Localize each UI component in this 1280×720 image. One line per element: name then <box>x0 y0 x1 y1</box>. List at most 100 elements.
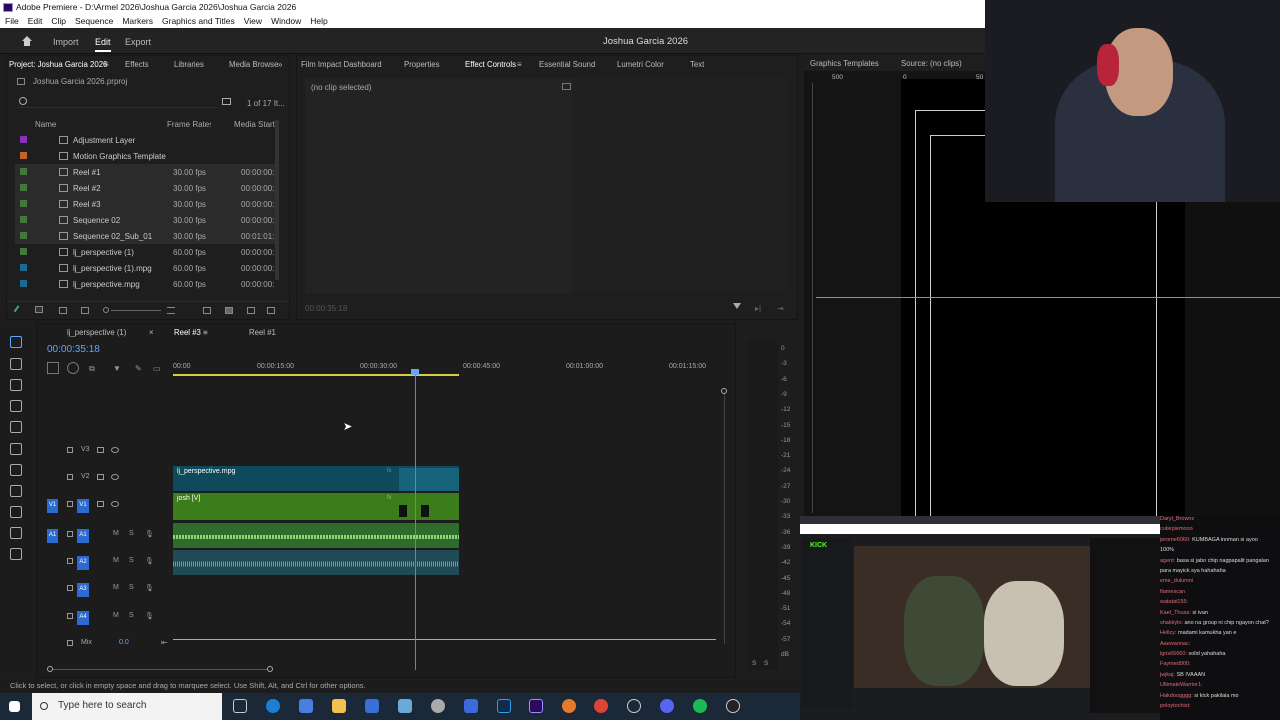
lock-icon[interactable] <box>67 558 73 564</box>
freeform-view-icon[interactable] <box>81 307 89 314</box>
razor-icon[interactable] <box>10 400 22 412</box>
tab-film-impact[interactable]: Film Impact Dashboard <box>301 60 382 69</box>
label-color-swatch[interactable] <box>20 200 27 207</box>
project-menu-icon[interactable]: ≡ <box>104 60 109 69</box>
solo-right[interactable]: S <box>764 660 768 667</box>
edit-tab[interactable]: Edit <box>95 37 111 47</box>
tab-text[interactable]: Text <box>690 60 704 69</box>
obs-icon[interactable] <box>726 699 740 713</box>
label-color-swatch[interactable] <box>20 280 27 287</box>
project-item[interactable]: lj_perspective.mpg 60.00 fps 00:00:00: <box>15 276 279 292</box>
label-color-swatch[interactable] <box>20 136 27 143</box>
lock-icon[interactable] <box>67 447 73 453</box>
audio-clip-a1[interactable] <box>173 523 459 548</box>
mute-button[interactable]: M <box>113 584 119 591</box>
import-tab[interactable]: Import <box>53 37 79 47</box>
project-scrollbar[interactable] <box>275 120 279 280</box>
new-item-icon[interactable] <box>247 307 255 314</box>
copilot-icon[interactable] <box>299 699 313 713</box>
sync-icon[interactable] <box>97 447 104 453</box>
pencil-icon[interactable] <box>13 305 25 316</box>
lightroom-icon[interactable] <box>464 699 478 713</box>
effect-menu-icon[interactable]: ≡ <box>517 60 522 69</box>
track-a4-label[interactable]: A4 <box>77 611 89 625</box>
tab-libraries[interactable]: Libraries <box>174 60 204 69</box>
solo-button[interactable]: S <box>129 584 134 591</box>
nest-icon[interactable] <box>47 362 59 374</box>
column-media-start[interactable]: Media Start <box>234 120 275 129</box>
sync-icon[interactable] <box>97 501 104 507</box>
project-item[interactable]: lj_perspective (1) 60.00 fps 00:00:00: <box>15 244 279 260</box>
toggle-timeline-icon[interactable] <box>562 83 571 90</box>
project-item[interactable]: Adjustment Layer <box>15 132 279 148</box>
zoom-slider-icon[interactable] <box>103 307 109 313</box>
pen-icon[interactable] <box>10 443 22 455</box>
tab-effects[interactable]: Effects <box>125 60 149 69</box>
bin-icon[interactable] <box>222 98 231 105</box>
menu-window[interactable]: Window <box>271 16 301 28</box>
selection-tool-icon[interactable] <box>10 336 22 348</box>
project-item[interactable]: Motion Graphics Template <box>15 148 279 164</box>
export-icon[interactable]: ⇥ <box>777 304 784 313</box>
task-view-icon[interactable] <box>233 699 247 713</box>
eye-icon[interactable] <box>111 474 119 480</box>
label-color-swatch[interactable] <box>20 248 27 255</box>
track-v1-label[interactable]: V1 <box>77 499 89 513</box>
lock-icon[interactable] <box>67 640 73 646</box>
tab-project[interactable]: Project: Joshua Garcia 2026 <box>9 60 107 69</box>
file-explorer-icon[interactable] <box>332 699 346 713</box>
lock-icon[interactable] <box>67 474 73 480</box>
timeline-timecode[interactable]: 00:00:35:18 <box>47 344 100 355</box>
solo-button[interactable]: S <box>129 557 134 564</box>
list-view-icon[interactable] <box>35 306 43 313</box>
edge-icon[interactable] <box>266 699 280 713</box>
tab-graphics-templates[interactable]: Graphics Templates <box>810 59 879 68</box>
type-icon[interactable] <box>10 527 22 539</box>
eye-icon[interactable] <box>111 447 119 453</box>
label-color-swatch[interactable] <box>20 216 27 223</box>
snap-icon[interactable] <box>67 362 79 374</box>
tab-source[interactable]: Source: (no clips) <box>901 59 962 68</box>
sort-icon[interactable] <box>167 307 175 314</box>
mic-icon[interactable]: 🎙 <box>145 584 154 592</box>
captions-icon[interactable]: ▭ <box>153 364 161 373</box>
clip-v2-segment[interactable] <box>399 468 459 491</box>
filter-icon[interactable] <box>733 303 741 309</box>
guide-line[interactable] <box>816 297 985 298</box>
rectangle-icon[interactable] <box>10 464 22 476</box>
lock-icon[interactable] <box>67 501 73 507</box>
label-color-swatch[interactable] <box>20 264 27 271</box>
export-tab[interactable]: Export <box>125 37 151 47</box>
project-search-input[interactable] <box>17 94 217 108</box>
tab-essential-sound[interactable]: Essential Sound <box>539 60 595 69</box>
lock-icon[interactable] <box>67 613 73 619</box>
eye-icon[interactable] <box>111 501 119 507</box>
lock-icon[interactable] <box>67 585 73 591</box>
app-icon[interactable] <box>398 699 412 713</box>
tab-lj-perspective[interactable]: lj_perspective (1) <box>67 328 126 337</box>
menu-help[interactable]: Help <box>310 16 327 28</box>
icon-view-icon[interactable] <box>59 307 67 314</box>
zoom-icon[interactable] <box>10 506 22 518</box>
playhead-line[interactable] <box>415 370 416 670</box>
start-icon[interactable] <box>9 701 20 712</box>
mute-button[interactable]: M <box>113 612 119 619</box>
settings-icon[interactable] <box>431 699 445 713</box>
store-icon[interactable] <box>365 699 379 713</box>
mic-icon[interactable]: 🎙 <box>145 530 154 538</box>
mute-button[interactable]: M <box>113 557 119 564</box>
ripple-edit-icon[interactable] <box>10 379 22 391</box>
menu-markers[interactable]: Markers <box>122 16 153 28</box>
track-a3-label[interactable]: A3 <box>77 583 89 597</box>
mute-button[interactable]: M <box>113 530 119 537</box>
track-select-icon[interactable] <box>10 358 22 370</box>
source-patch-a1[interactable]: A1 <box>47 529 58 543</box>
automate-icon[interactable] <box>203 307 211 314</box>
new-bin-icon[interactable] <box>225 307 233 314</box>
wrench-icon[interactable]: ✎ <box>135 364 142 373</box>
source-patch-v1[interactable]: V1 <box>47 499 58 513</box>
tab-effect-controls[interactable]: Effect Controls <box>465 60 516 69</box>
track-a2-label[interactable]: A2 <box>77 556 89 570</box>
marker-icon[interactable]: ▼ <box>113 364 121 373</box>
slip-icon[interactable] <box>10 421 22 433</box>
